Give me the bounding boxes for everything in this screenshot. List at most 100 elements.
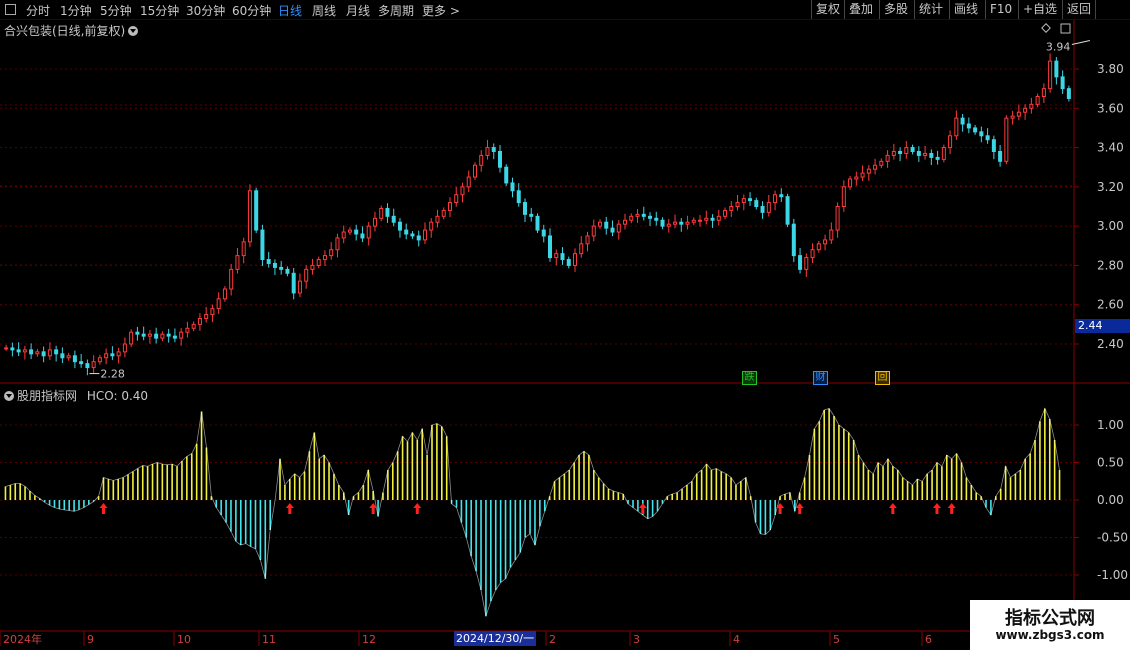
buy-signal-arrow (888, 503, 897, 514)
candle-body (841, 186, 846, 208)
candle-body (404, 229, 409, 235)
indicator-ytick-label: 0.00 (1097, 493, 1124, 507)
candle-body (379, 207, 384, 219)
candle-body (1041, 88, 1046, 98)
candle-body (941, 147, 946, 160)
candle-body (716, 215, 721, 221)
watermark-url: www.zbgs3.com (995, 628, 1105, 642)
high-arrow (1071, 40, 1090, 45)
stock-chart-svg[interactable]: 2.40 2.60 2.80 3.00 3.20 3.40 3.60 3.80 3.94 2.28… (0, 0, 1130, 650)
candle-body (85, 363, 90, 369)
candle-body (735, 202, 740, 207)
indicator-ytick-label: 1.00 (1097, 418, 1124, 432)
candle-body (191, 323, 196, 329)
candle-body (147, 333, 152, 337)
candle-body (254, 190, 259, 231)
candle-body (1010, 115, 1015, 119)
candle-body (1035, 96, 1040, 105)
candle-body (629, 215, 634, 221)
watermark-title: 指标公式网 (1005, 608, 1095, 629)
candle-body (516, 190, 521, 204)
split-view-icon[interactable] (1060, 23, 1071, 34)
candle-body (879, 160, 884, 166)
candle-body (891, 151, 896, 156)
candle-body (285, 268, 290, 274)
candle-body (1004, 117, 1009, 162)
main-ytick-label: 2.40 (1097, 337, 1124, 351)
cursor-date-badge: 2024/12/30/一 (454, 631, 537, 646)
candle-body (72, 355, 77, 363)
candle-body (347, 229, 352, 233)
candle-body (904, 147, 909, 154)
diamond-icon[interactable] (1041, 23, 1051, 33)
candle-body (604, 221, 609, 229)
candle-body (385, 207, 390, 217)
candle-body (948, 135, 953, 149)
candle-body (35, 351, 40, 355)
finance-badge[interactable]: 财 (813, 371, 828, 385)
candle-body (760, 206, 765, 213)
candle-body (397, 221, 402, 231)
candle-body (704, 217, 709, 221)
main-ytick-label: 3.80 (1097, 62, 1124, 76)
candle-body (591, 225, 596, 237)
candle-body (372, 217, 377, 227)
candle-body (960, 117, 965, 125)
candle-body (966, 123, 971, 129)
indicator-ytick-label: 0.50 (1097, 456, 1124, 470)
candle-body (179, 331, 184, 339)
candle-body (785, 196, 790, 225)
candle-body (979, 131, 984, 137)
candle-body (1054, 60, 1059, 78)
candle-body (573, 253, 578, 266)
candle-body (798, 255, 803, 270)
time-axis-label: 12 (362, 633, 376, 646)
time-axis-label: 2 (549, 633, 556, 646)
candle-body (648, 215, 653, 219)
candle-body (723, 209, 728, 217)
time-axis-label: 4 (733, 633, 740, 646)
candle-body (810, 249, 815, 259)
candle-body (197, 317, 202, 325)
candle-body (41, 351, 46, 357)
buyback-badge[interactable]: 回 (875, 371, 890, 385)
candle-body (241, 241, 246, 257)
candle-body (916, 151, 921, 156)
candle-body (497, 151, 502, 168)
candle-body (654, 217, 659, 221)
candle-body (541, 229, 546, 237)
candle-body (1060, 76, 1065, 90)
candle-body (91, 361, 96, 369)
candle-body (579, 243, 584, 255)
candle-body (410, 233, 415, 237)
candle-body (691, 219, 696, 223)
candle-body (4, 347, 9, 350)
candle-body (829, 229, 834, 241)
candle-body (22, 349, 27, 353)
candle-body (529, 213, 534, 217)
candle-body (1066, 88, 1071, 99)
candle-body (848, 178, 853, 188)
low-price-label: 2.28 (100, 368, 125, 381)
candle-body (935, 156, 940, 160)
candle-body (335, 237, 340, 251)
candle-body (598, 221, 603, 227)
candle-body (823, 239, 828, 245)
drop-badge[interactable]: 跌 (742, 371, 757, 385)
candle-body (60, 353, 65, 359)
candle-body (679, 221, 684, 225)
candle-body (310, 264, 315, 270)
candle-body (479, 154, 484, 166)
candle-body (860, 172, 865, 178)
main-ytick-label: 3.20 (1097, 180, 1124, 194)
candle-body (585, 235, 590, 245)
candle-body (779, 194, 784, 198)
candle-body (616, 223, 621, 233)
candle-body (360, 233, 365, 239)
time-axis-label: 9 (87, 633, 94, 646)
candle-body (548, 235, 553, 259)
candle-body (260, 229, 265, 261)
candle-body (322, 255, 327, 261)
candle-body (210, 308, 215, 316)
candle-body (1048, 60, 1053, 90)
